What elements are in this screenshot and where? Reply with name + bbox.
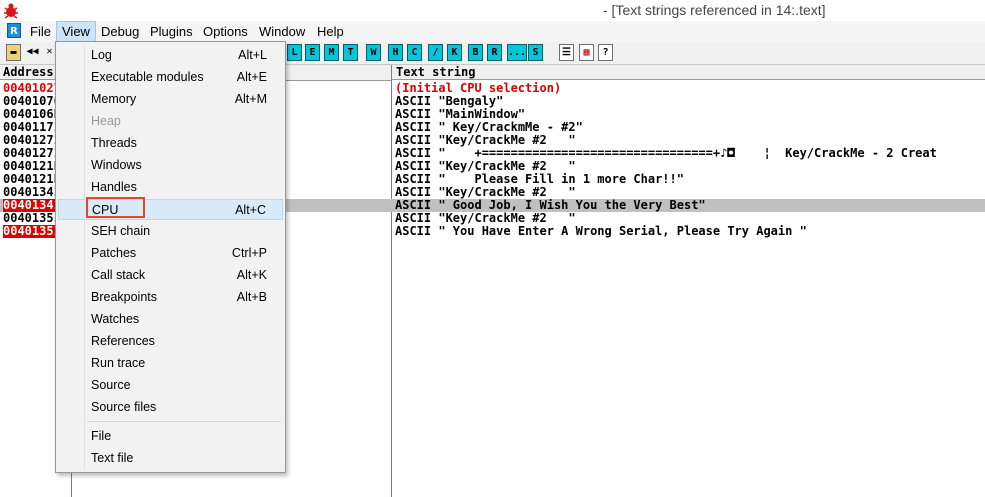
menu-item-source-files[interactable]: Source files (58, 397, 283, 418)
appearance-grid-icon[interactable]: ▦ (579, 44, 594, 61)
menu-item-windows[interactable]: Windows (58, 155, 283, 176)
toolbar-callstack-button[interactable]: K (447, 44, 462, 61)
menu-item-label: Call stack (91, 268, 146, 282)
row-text-string: ASCII " Key/CrackmMe - #2" (395, 121, 583, 134)
menu-item-references[interactable]: References (58, 331, 283, 352)
row-text-string: ASCII " +===============================… (395, 147, 937, 160)
column-header-text-string[interactable]: Text string (392, 65, 985, 80)
menu-item-shortcut: Alt+M (234, 92, 267, 106)
menu-item-shortcut: Alt+K (236, 268, 267, 282)
menu-item-heap[interactable]: Heap (58, 111, 283, 132)
window-title: - [Text strings referenced in 14:.text] (603, 2, 826, 18)
row-text-string: ASCII "Bengaly" (395, 95, 504, 108)
row-text-string: ASCII " Good Job, I Wish You the Very Be… (395, 199, 706, 212)
open-folder-icon[interactable]: ▬ (6, 44, 21, 61)
ollydbg-bug-icon[interactable] (2, 2, 20, 20)
menu-item-shortcut: Alt+C (235, 203, 266, 217)
menu-item-shortcut: Ctrl+P (231, 246, 267, 260)
toolbar-source-button[interactable]: S (528, 44, 543, 61)
row-text-string: ASCII " Please Fill in 1 more Char!!" (395, 173, 684, 186)
toolbar-breakpoints-button[interactable]: B (468, 44, 483, 61)
row-text-string: ASCII " You Have Enter A Wrong Serial, P… (395, 225, 807, 238)
menu-item-watches[interactable]: Watches (58, 309, 283, 330)
menu-item-breakpoints[interactable]: Breakpoints Alt+B (58, 287, 283, 308)
menu-item-shortcut: Alt+L (238, 48, 267, 62)
row-text-string: (Initial CPU selection) (395, 82, 562, 95)
row-text-string: ASCII "Key/CrackMe #2 " (395, 186, 576, 199)
menu-item-label: Watches (91, 312, 140, 326)
menu-item-label: Patches (91, 246, 137, 260)
menu-item-label: Source files (91, 400, 157, 414)
menu-item-label: References (91, 334, 155, 348)
help-icon[interactable]: ? (598, 44, 613, 61)
menu-options[interactable]: Options (198, 22, 253, 41)
menu-item-memory[interactable]: Memory Alt+M (58, 89, 283, 110)
toolbar-references-button[interactable]: R (487, 44, 502, 61)
menu-item-threads[interactable]: Threads (58, 133, 283, 154)
menu-item-label: Memory (91, 92, 137, 106)
menu-item-label: Windows (91, 158, 142, 172)
toolbar-windows-button[interactable]: W (366, 44, 381, 61)
menu-item-handles[interactable]: Handles (58, 177, 283, 198)
title-bar: - [Text strings referenced in 14:.text] (0, 0, 985, 21)
menu-item-shortcut: Alt+B (236, 290, 267, 304)
menu-item-label: Run trace (91, 356, 146, 370)
menu-item-label: Source (91, 378, 131, 392)
toolbar-log-button[interactable]: L (287, 44, 302, 61)
menu-item-label: Log (91, 48, 112, 62)
menu-item-file[interactable]: File (58, 426, 283, 447)
menu-view[interactable]: View (56, 21, 96, 42)
menu-item-text-file[interactable]: Text file (58, 448, 283, 469)
menu-item-shortcut: Alt+E (236, 70, 267, 84)
menu-separator (87, 421, 281, 422)
toolbar-runtrace-button[interactable]: ... (507, 44, 527, 61)
menu-item-executable-modules[interactable]: Executable modules Alt+E (58, 67, 283, 88)
menu-item-label: Heap (91, 114, 121, 128)
rewind-icon[interactable]: ◀◀ (25, 44, 40, 61)
menu-item-seh-chain[interactable]: SEH chain (58, 221, 283, 242)
menu-debug[interactable]: Debug (96, 22, 144, 41)
menu-item-label: Executable modules (91, 70, 204, 84)
row-text-string: ASCII "Key/CrackMe #2 " (395, 160, 576, 173)
toolbar-cpu-button[interactable]: C (407, 44, 422, 61)
row-text-string: ASCII "MainWindow" (395, 108, 526, 121)
menu-item-run-trace[interactable]: Run trace (58, 353, 283, 374)
row-text-string: ASCII "Key/CrackMe #2 " (395, 212, 576, 225)
menu-item-label: Handles (91, 180, 137, 194)
menu-item-source[interactable]: Source (58, 375, 283, 396)
menu-item-label: Text file (91, 451, 134, 465)
menu-item-log[interactable]: Log Alt+L (58, 45, 283, 66)
menu-bar: R File View Debug Plugins Options Window… (0, 21, 985, 43)
menu-item-label: File (91, 429, 112, 443)
menu-window[interactable]: Window (254, 22, 310, 41)
toolbar-threads-button[interactable]: T (343, 44, 358, 61)
view-menu-dropdown: Log Alt+L Executable modules Alt+E Memory Alt… (55, 41, 286, 473)
toolbar-patches-button[interactable]: / (428, 44, 443, 61)
menu-item-call-stack[interactable]: Call stack Alt+K (58, 265, 283, 286)
toolbar-modules-button[interactable]: E (305, 44, 320, 61)
menu-item-patches[interactable]: Patches Ctrl+P (58, 243, 283, 264)
cpu-callout-box (86, 197, 145, 218)
row-text-string: ASCII "Key/CrackMe #2 " (395, 134, 576, 147)
menu-plugins[interactable]: Plugins (145, 22, 198, 41)
mdi-child-icon[interactable]: R (7, 23, 21, 38)
toolbar-handles-button[interactable]: H (388, 44, 403, 61)
list-view-icon[interactable]: ☰ (559, 44, 574, 61)
menu-item-label: SEH chain (91, 224, 151, 238)
menu-help[interactable]: Help (312, 22, 349, 41)
menu-item-label: Threads (91, 136, 137, 150)
toolbar-memory-button[interactable]: M (324, 44, 339, 61)
menu-file[interactable]: File (25, 22, 56, 41)
menu-item-label: Breakpoints (91, 290, 158, 304)
